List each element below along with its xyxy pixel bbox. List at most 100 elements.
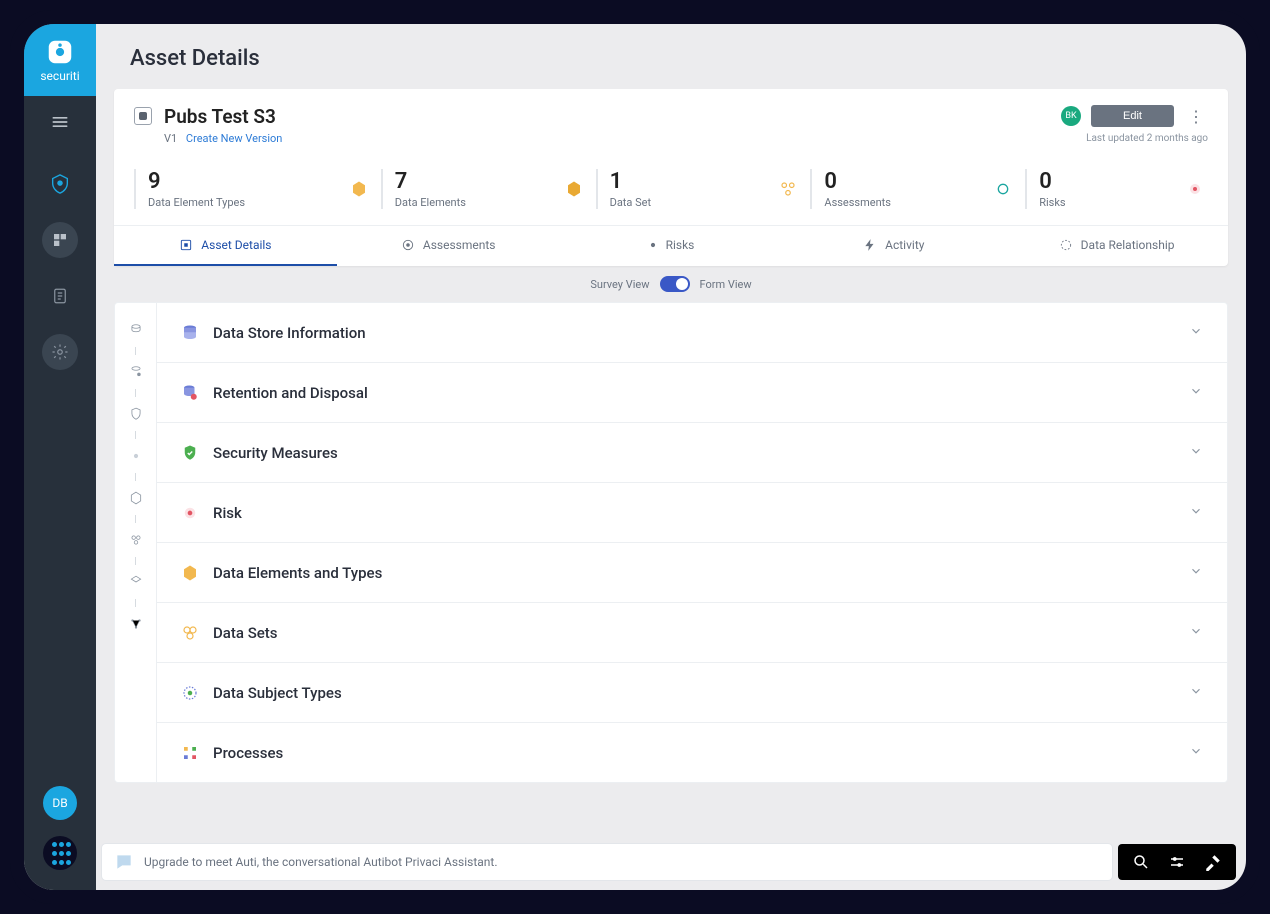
stat-label: Data Element Types (148, 196, 245, 209)
stat-label: Data Set (610, 196, 651, 209)
chevron-down-icon (1189, 563, 1203, 582)
tab-data-relationship[interactable]: Data Relationship (1005, 226, 1228, 266)
section-data-store-information[interactable]: Data Store Information (157, 303, 1227, 363)
mini-nav-datasets-icon[interactable] (127, 531, 145, 549)
chevron-down-icon (1189, 443, 1203, 462)
nav-dashboard-icon[interactable] (42, 222, 78, 258)
more-menu-icon[interactable]: ⋮ (1184, 107, 1208, 126)
section-title: Risk (213, 504, 242, 522)
asset-version: V1 (164, 132, 177, 145)
shield-icon (181, 444, 199, 462)
mini-nav-risk-icon[interactable] (127, 447, 145, 465)
stat-value: 0 (1039, 169, 1065, 194)
section-title: Data Subject Types (213, 684, 342, 702)
edit-button[interactable]: Edit (1091, 105, 1174, 127)
nav-clipboard-icon[interactable] (42, 278, 78, 314)
section-data-subject-types[interactable]: Data Subject Types (157, 663, 1227, 723)
stat-value: 9 (148, 169, 245, 194)
tab-asset-details[interactable]: Asset Details (114, 226, 337, 266)
nav-settings-icon[interactable] (42, 334, 78, 370)
brand-logo[interactable]: securiti (24, 24, 96, 96)
data-set-icon (564, 179, 584, 199)
stat-label: Risks (1039, 196, 1065, 209)
page-title: Asset Details (96, 24, 1246, 89)
asset-card: Pubs Test S3 V1 Create New Version BK Ed… (114, 89, 1228, 266)
form-view-label: Form View (700, 278, 752, 291)
assessments-icon (778, 179, 798, 199)
mini-nav-elements-icon[interactable] (127, 489, 145, 507)
sidebar: securiti DB (24, 24, 96, 890)
tabs: Asset Details Assessments Risks Activity (114, 225, 1228, 266)
survey-view-label: Survey View (590, 278, 649, 291)
create-new-version-link[interactable]: Create New Version (186, 132, 282, 145)
apps-launcher-icon[interactable] (43, 836, 77, 870)
asset-type-icon (134, 107, 152, 125)
database-icon (181, 324, 199, 342)
stat-label: Assessments (824, 196, 891, 209)
subject-icon (181, 684, 199, 702)
last-updated-text: Last updated 2 months ago (1086, 133, 1208, 144)
sliders-icon[interactable] (1168, 853, 1186, 871)
tab-label: Data Relationship (1081, 238, 1175, 252)
section-processes[interactable]: Processes (157, 723, 1227, 782)
stat-value: 1 (610, 169, 651, 194)
brand-text: securiti (40, 69, 79, 83)
bottom-bar: Upgrade to meet Auti, the conversational… (102, 844, 1236, 880)
asset-name: Pubs Test S3 (164, 105, 282, 128)
section-security-measures[interactable]: Security Measures (157, 423, 1227, 483)
risk-indicator-icon (1190, 184, 1200, 194)
tab-label: Assessments (423, 238, 496, 252)
chat-placeholder: Upgrade to meet Auti, the conversational… (144, 855, 498, 869)
chat-bubble-icon (114, 852, 134, 872)
section-mini-nav (115, 303, 157, 782)
section-retention-disposal[interactable]: Retention and Disposal (157, 363, 1227, 423)
mini-nav-subjects-icon[interactable] (127, 573, 145, 591)
tab-label: Risks (666, 238, 695, 252)
tab-risks[interactable]: Risks (560, 226, 783, 266)
stat-label: Data Elements (395, 196, 466, 209)
risk-dot-icon (181, 504, 199, 522)
view-toggle-switch[interactable] (660, 276, 690, 292)
chevron-down-icon (1189, 683, 1203, 702)
chat-input[interactable]: Upgrade to meet Auti, the conversational… (102, 844, 1112, 880)
tab-activity[interactable]: Activity (782, 226, 1005, 266)
chevron-down-icon (1189, 743, 1203, 762)
processes-icon (181, 744, 199, 762)
mini-nav-retention-icon[interactable] (127, 363, 145, 381)
chevron-down-icon (1189, 383, 1203, 402)
tab-label: Activity (885, 238, 924, 252)
data-elements-icon (349, 179, 369, 199)
brand-icon (45, 37, 75, 67)
mini-nav-datastore-icon[interactable] (127, 321, 145, 339)
section-title: Retention and Disposal (213, 384, 368, 402)
stats-row: 9 Data Element Types 7 Data Elements (114, 157, 1228, 225)
section-risk[interactable]: Risk (157, 483, 1227, 543)
nav-asset-icon[interactable] (42, 166, 78, 202)
risks-icon (993, 179, 1013, 199)
tab-assessments[interactable]: Assessments (337, 226, 560, 266)
section-data-elements-types[interactable]: Data Elements and Types (157, 543, 1227, 603)
section-title: Data Store Information (213, 324, 366, 342)
chevron-down-icon (1189, 503, 1203, 522)
section-data-sets[interactable]: Data Sets (157, 603, 1227, 663)
stat-value: 7 (395, 169, 466, 194)
section-title: Data Sets (213, 624, 278, 642)
view-toggle: Survey View Form View (96, 266, 1246, 302)
editor-avatar[interactable]: BK (1061, 106, 1081, 126)
retention-icon (181, 384, 199, 402)
hexagon-icon (181, 564, 199, 582)
hamburger-icon[interactable] (50, 112, 70, 136)
section-title: Security Measures (213, 444, 338, 462)
section-title: Processes (213, 744, 283, 762)
user-avatar[interactable]: DB (43, 786, 77, 820)
search-icon[interactable] (1132, 853, 1150, 871)
mini-nav-security-icon[interactable] (127, 405, 145, 423)
chevron-down-icon (1189, 323, 1203, 342)
mini-nav-processes-icon[interactable] (127, 615, 145, 633)
tab-label: Asset Details (201, 238, 271, 252)
stat-value: 0 (824, 169, 891, 194)
toolbar (1118, 844, 1236, 880)
circles-icon (181, 624, 199, 642)
section-title: Data Elements and Types (213, 564, 382, 582)
hammer-icon[interactable] (1204, 853, 1222, 871)
